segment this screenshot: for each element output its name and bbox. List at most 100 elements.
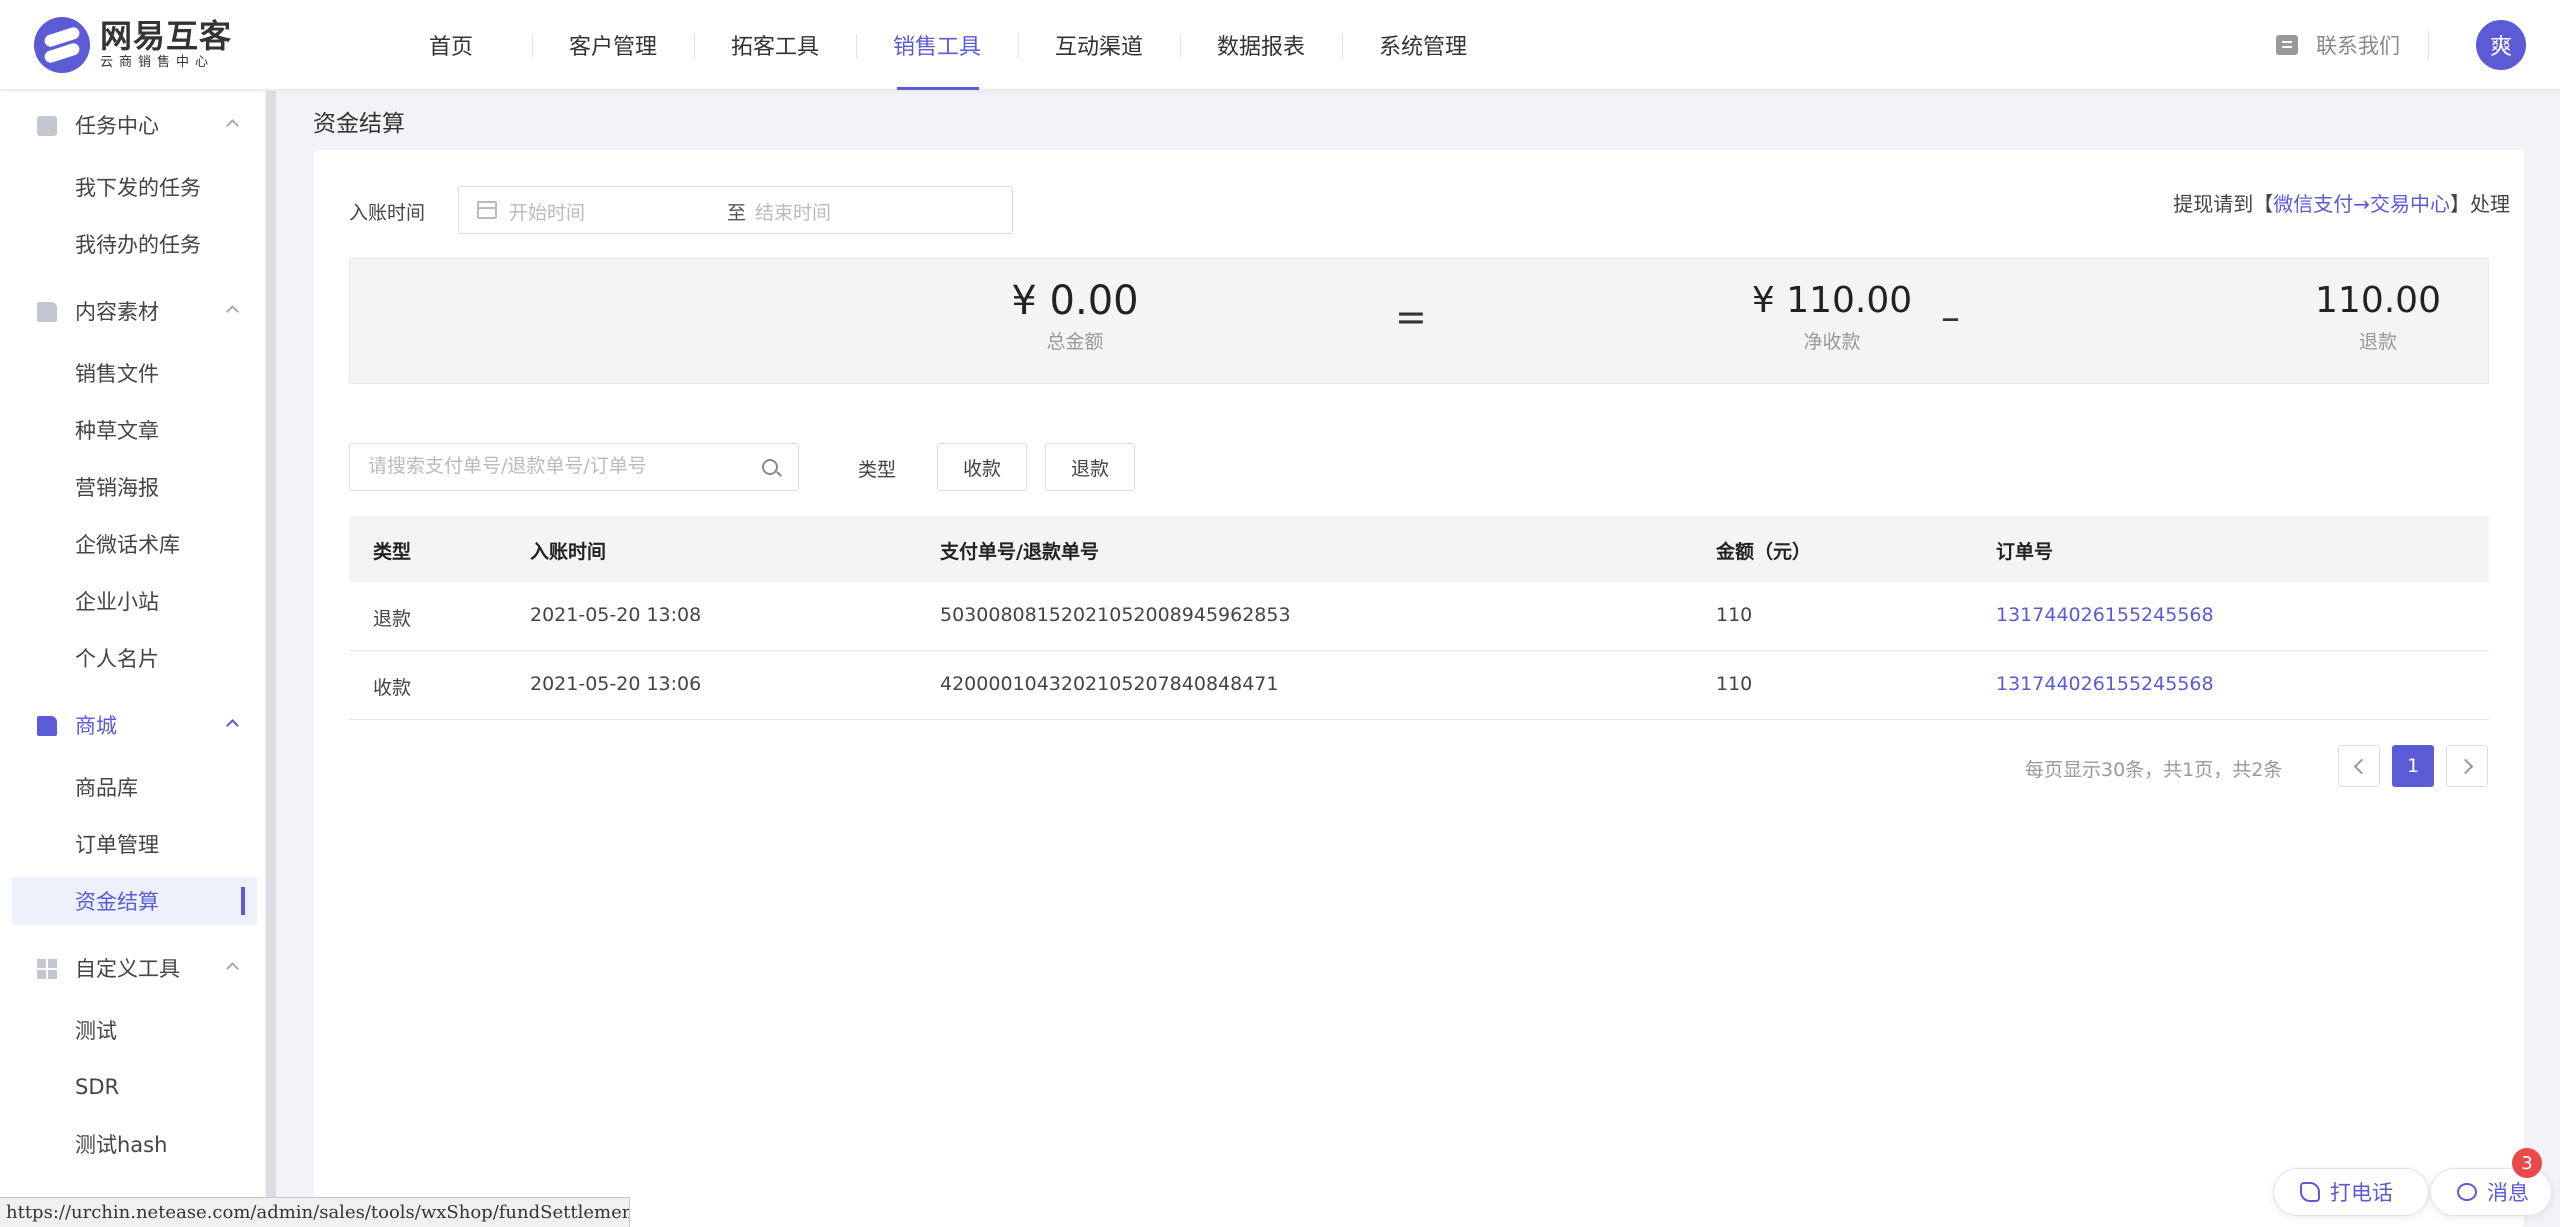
main-nav: 首页 客户管理 拓客工具 销售工具 互动渠道 数据报表 系统管理 — [370, 0, 1504, 90]
column-header-time: 入账时间 — [530, 541, 607, 563]
table-row: 退款 2021-05-20 13:08 50300808152021052008… — [349, 582, 2489, 651]
sidebar-item-tasks-todo[interactable]: 我待办的任务 — [12, 220, 257, 268]
start-date-input[interactable]: 开始时间 — [509, 198, 585, 225]
withdraw-prefix: 提现请到【 — [2173, 192, 2274, 216]
nav-data-reports[interactable]: 数据报表 — [1180, 0, 1342, 90]
wechat-pay-link[interactable]: 微信支付→交易中心 — [2273, 192, 2450, 216]
header-divider — [2428, 30, 2429, 60]
column-header-payment-no: 支付单号/退款单号 — [940, 541, 1099, 563]
chevron-up-icon — [226, 305, 239, 318]
withdraw-suffix: 】处理 — [2450, 192, 2510, 216]
sidebar-item-scripts[interactable]: 企微话术库 — [12, 520, 257, 568]
sidebar-item-sales-files[interactable]: 销售文件 — [12, 349, 257, 397]
sidebar-group-label: 自定义工具 — [75, 957, 180, 981]
settlement-table: 类型 入账时间 支付单号/退款单号 金额（元） 订单号 退款 2021-05-2… — [349, 516, 2489, 720]
contact-us-link[interactable]: 联系我们 — [2276, 30, 2400, 60]
chevron-up-icon — [226, 119, 239, 132]
table-row: 收款 2021-05-20 13:06 42000010432021052078… — [349, 651, 2489, 720]
call-button[interactable]: 打电话 — [2273, 1168, 2429, 1216]
posting-time-label: 入账时间 — [349, 202, 426, 224]
nav-interaction-channels[interactable]: 互动渠道 — [1018, 0, 1180, 90]
sidebar-item-fund-settlement[interactable]: 资金结算 — [12, 877, 257, 925]
user-avatar[interactable]: 爽 — [2476, 20, 2526, 70]
sidebar-item-test[interactable]: 测试 — [12, 1006, 257, 1054]
grid-icon — [37, 959, 57, 979]
nav-customer-management[interactable]: 客户管理 — [532, 0, 694, 90]
document-icon — [37, 302, 57, 322]
net-income-label: 净收款 — [1803, 331, 1861, 353]
date-range-picker[interactable]: 开始时间 至 结束时间 — [458, 186, 1013, 234]
calendar-icon — [37, 116, 57, 136]
brand-name: 网易互客 — [100, 17, 233, 55]
next-page-button[interactable] — [2446, 745, 2488, 787]
message-icon — [2457, 1183, 2477, 1201]
sidebar: 任务中心 我下发的任务 我待办的任务 内容素材 销售文件 种草文章 营销海报 企… — [0, 91, 265, 1227]
sidebar-item-articles[interactable]: 种草文章 — [12, 406, 257, 454]
nav-sales-tools[interactable]: 销售工具 — [856, 0, 1018, 90]
sidebar-group-label: 内容素材 — [75, 300, 159, 324]
page-title: 资金结算 — [313, 111, 405, 137]
cell-time: 2021-05-20 13:06 — [530, 673, 702, 695]
previous-page-button[interactable] — [2338, 745, 2380, 787]
withdraw-notice: 提现请到【微信支付→交易中心】处理 — [2173, 188, 2510, 217]
date-separator: 至 — [727, 202, 747, 224]
brand-subtitle: 云商销售中心 — [100, 55, 215, 70]
total-amount-value: ¥ 0.00 — [1011, 278, 1139, 324]
cell-type: 收款 — [373, 677, 412, 699]
cell-amount: 110 — [1716, 673, 1753, 695]
sidebar-scrollbar[interactable] — [266, 91, 276, 1227]
sidebar-item-mini-site[interactable]: 企业小站 — [12, 577, 257, 625]
page-number-button[interactable]: 1 — [2392, 745, 2434, 787]
nav-prospecting-tools[interactable]: 拓客工具 — [694, 0, 856, 90]
search-icon[interactable] — [762, 459, 778, 475]
sidebar-item-sdr[interactable]: SDR — [12, 1063, 257, 1111]
net-income: ¥ 110.00 净收款 — [1682, 279, 1982, 354]
sidebar-item-posters[interactable]: 营销海报 — [12, 463, 257, 511]
nav-home[interactable]: 首页 — [370, 0, 532, 90]
browser-status-url: https://urchin.netease.com/admin/sales/t… — [0, 1197, 630, 1227]
refund-amount-label: 退款 — [2358, 331, 2397, 353]
equals-sign: = — [1395, 295, 1427, 339]
table-header: 类型 入账时间 支付单号/退款单号 金额（元） 订单号 — [349, 516, 2489, 582]
type-income-button[interactable]: 收款 — [937, 443, 1027, 491]
nav-system-management[interactable]: 系统管理 — [1342, 0, 1504, 90]
sidebar-group-mall[interactable]: 商城 — [0, 695, 265, 755]
sidebar-group-custom-tools[interactable]: 自定义工具 — [0, 938, 265, 998]
total-amount-label: 总金额 — [1046, 331, 1104, 353]
order-number-link[interactable]: 131744026155245568 — [1996, 604, 2214, 626]
type-refund-button[interactable]: 退款 — [1045, 443, 1135, 491]
sidebar-item-test-hash[interactable]: 测试hash — [12, 1120, 257, 1168]
search-input[interactable] — [368, 455, 748, 477]
column-header-order-no: 订单号 — [1996, 541, 2054, 563]
sidebar-item-business-card[interactable]: 个人名片 — [12, 634, 257, 682]
sidebar-group-label: 商城 — [75, 714, 117, 738]
search-field[interactable] — [349, 443, 799, 491]
chat-icon — [2276, 35, 2298, 55]
message-count-badge: 3 — [2512, 1148, 2542, 1178]
cell-time: 2021-05-20 13:08 — [530, 604, 702, 626]
refund-amount: 110.00 退款 — [2228, 279, 2528, 354]
top-header: 网易互客 云商销售中心 首页 客户管理 拓客工具 销售工具 互动渠道 数据报表 … — [0, 0, 2560, 90]
end-date-input[interactable]: 结束时间 — [755, 198, 831, 225]
sidebar-item-product-library[interactable]: 商品库 — [12, 763, 257, 811]
cell-type: 退款 — [373, 608, 412, 630]
chevron-up-icon — [226, 719, 239, 732]
sidebar-group-label: 任务中心 — [75, 114, 159, 138]
settlement-summary: ¥ 0.00 总金额 = ¥ 110.00 净收款 – 110.00 退款 — [349, 258, 2489, 384]
sidebar-item-tasks-issued[interactable]: 我下发的任务 — [12, 163, 257, 211]
call-label: 打电话 — [2330, 1181, 2393, 1205]
sidebar-item-order-management[interactable]: 订单管理 — [12, 820, 257, 868]
column-header-type: 类型 — [373, 541, 412, 563]
refund-amount-value: 110.00 — [2315, 280, 2441, 321]
sidebar-group-content[interactable]: 内容素材 — [0, 281, 265, 341]
brand-logo[interactable]: 网易互客 云商销售中心 — [34, 16, 232, 74]
cell-amount: 110 — [1716, 604, 1753, 626]
chevron-up-icon — [226, 962, 239, 975]
order-number-link[interactable]: 131744026155245568 — [1996, 673, 2214, 695]
sidebar-group-task-center[interactable]: 任务中心 — [0, 95, 265, 155]
column-header-amount: 金额（元） — [1716, 541, 1812, 563]
minus-sign: – — [1941, 295, 1960, 339]
pagination-summary: 每页显示30条，共1页，共2条 — [2025, 759, 2283, 781]
contact-us-label: 联系我们 — [2316, 34, 2400, 58]
cell-payment-no: 4200001043202105207840848471 — [940, 673, 1279, 695]
